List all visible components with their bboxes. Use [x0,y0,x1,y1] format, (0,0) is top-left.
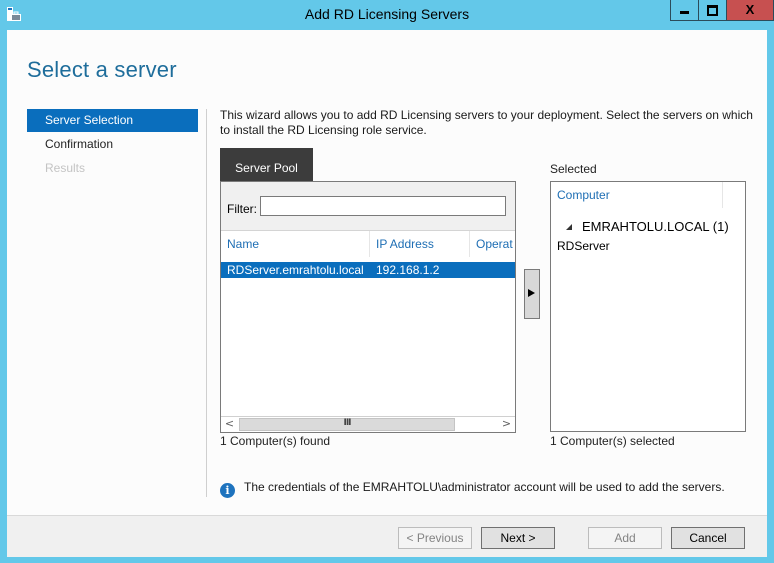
server-grid-header: Name IP Address Operat [221,231,515,257]
wizard-footer: < Previous Next > Add Cancel [7,515,767,557]
wizard-client-area: Select a server Server Selection Confirm… [7,30,767,557]
next-button[interactable]: Next > [481,527,555,549]
page-title: Select a server [27,57,177,82]
close-icon: X [745,2,755,17]
selected-label: Selected [550,162,597,176]
filter-input[interactable] [260,196,506,216]
nav-item-results: Results [45,161,86,175]
add-to-selected-button[interactable] [524,269,540,319]
filter-label: Filter: [227,202,257,216]
tab-server-pool[interactable]: Server Pool [220,148,313,181]
filter-bar: Filter: [221,182,515,231]
nav-divider [206,109,207,497]
window-controls: X [670,0,774,21]
column-header-name[interactable]: Name [221,231,370,257]
selected-group[interactable]: EMRAHTOLU.LOCAL (1) [566,219,729,234]
info-message: i The credentials of the EMRAHTOLU\admini… [220,480,725,498]
computers-selected-status: 1 Computer(s) selected [550,434,675,448]
title-bar[interactable]: Add RD Licensing Servers X [0,0,774,30]
cancel-button[interactable]: Cancel [671,527,745,549]
intro-text: This wizard allows you to add RD Licensi… [220,108,753,137]
scroll-left-button[interactable]: < [221,417,238,432]
wizard-nav: Server Selection Confirmation Results [27,109,198,181]
maximize-icon [707,5,718,16]
close-button[interactable]: X [726,0,774,21]
add-button[interactable]: Add [588,527,662,549]
computers-found-status: 1 Computer(s) found [220,434,331,448]
column-header-ip-address[interactable]: IP Address [370,231,470,257]
collapse-triangle-icon[interactable] [566,224,572,230]
column-header-computer[interactable]: Computer [551,182,723,208]
column-header-operating-system[interactable]: Operat [470,231,515,257]
info-text: The credentials of the EMRAHTOLU\adminis… [244,480,725,494]
group-label: EMRAHTOLU.LOCAL (1) [582,219,729,234]
selected-panel: Computer EMRAHTOLU.LOCAL (1) RDServer [550,181,746,432]
table-row[interactable]: RDServer.emrahtolu.local 192.168.1.2 [221,262,515,278]
selected-item[interactable]: RDServer [557,239,610,253]
cell-name: RDServer.emrahtolu.local [227,263,364,277]
scroll-right-button[interactable]: > [498,417,515,432]
nav-item-server-selection[interactable]: Server Selection [27,109,198,132]
nav-item-confirmation[interactable]: Confirmation [27,133,198,156]
horizontal-scrollbar[interactable]: < III > [221,416,515,432]
cell-ip: 192.168.1.2 [376,263,440,277]
right-arrow-icon [528,289,535,297]
window-title: Add RD Licensing Servers [304,6,470,22]
maximize-button[interactable] [698,0,726,21]
server-pool-panel: Filter: Name IP Address Operat RDServer.… [220,181,516,433]
minimize-button[interactable] [670,0,698,21]
scrollbar-grip-icon: III [343,418,351,428]
previous-button[interactable]: < Previous [398,527,472,549]
info-icon: i [220,483,235,498]
minimize-icon [680,11,689,14]
scrollbar-thumb[interactable]: III [239,418,455,431]
